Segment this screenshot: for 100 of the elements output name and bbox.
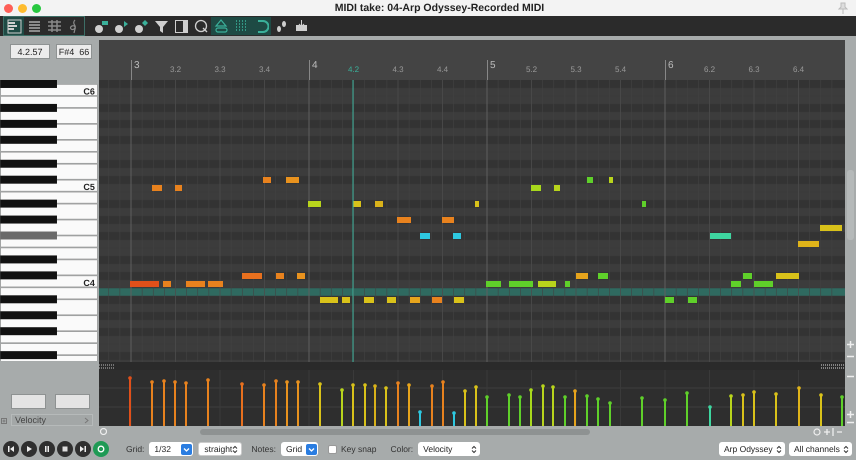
velocity-stem[interactable]	[563, 395, 567, 426]
beat-label: 6.3	[747, 65, 761, 74]
velocity-stem[interactable]	[551, 385, 555, 426]
piano-key[interactable]	[0, 176, 57, 184]
velocity-stem[interactable]	[819, 393, 823, 426]
magnet-toolbar-button[interactable]	[251, 17, 271, 35]
instrument-select[interactable]: Arp Odyssey	[719, 442, 785, 456]
octave-label: C5	[83, 182, 95, 192]
beat-label: 5.2	[524, 65, 538, 74]
piano-key[interactable]	[0, 160, 57, 168]
velocity-stem[interactable]	[340, 388, 344, 426]
stop-button[interactable]	[57, 441, 73, 457]
velocity-stem[interactable]	[274, 379, 278, 426]
beat-label: 3.2	[168, 65, 182, 74]
velocity-stem[interactable]	[173, 380, 177, 426]
color-select[interactable]: Velocity	[418, 442, 480, 456]
velocity-stem[interactable]	[840, 395, 844, 426]
velocity-stem[interactable]	[640, 396, 644, 426]
value-field[interactable]	[55, 394, 90, 409]
velocity-stem[interactable]	[485, 395, 489, 426]
velocity-stem[interactable]	[206, 378, 210, 426]
velocity-stem[interactable]	[285, 380, 289, 426]
velocity-stem[interactable]	[150, 380, 154, 426]
link-toolbar-button[interactable]	[211, 17, 231, 35]
tray-icon	[294, 18, 308, 34]
beat-label: 6.2	[702, 65, 716, 74]
key-snap-label: Key snap	[341, 444, 376, 454]
piano-key[interactable]	[0, 80, 57, 88]
velocity-stem[interactable]	[396, 381, 400, 426]
play-icon	[25, 445, 33, 453]
velocity-stem[interactable]	[729, 394, 733, 426]
piano-roll-icon	[6, 18, 22, 34]
position-field[interactable]: 4.2.57	[10, 44, 50, 59]
link-icon	[214, 18, 228, 34]
velocity-stem[interactable]	[351, 383, 355, 426]
filter-icon	[154, 18, 168, 34]
velocity-stem[interactable]	[463, 389, 467, 426]
velocity-stem[interactable]	[184, 381, 188, 426]
skip-back-button[interactable]	[3, 441, 19, 457]
velocity-stem[interactable]	[407, 383, 411, 426]
velocity-stem[interactable]	[585, 394, 589, 426]
velocity-stem[interactable]	[363, 383, 367, 426]
beat-label: 5.3	[569, 65, 583, 74]
velocity-stem[interactable]	[797, 386, 801, 426]
velocity-stem[interactable]	[708, 405, 712, 426]
window-title: MIDI take: 04-Arp Odyssey-Recorded MIDI	[334, 2, 546, 14]
velocity-stem[interactable]	[373, 384, 377, 426]
velocity-stem[interactable]	[596, 397, 600, 426]
velocity-stem[interactable]	[384, 386, 388, 426]
velocity-stem[interactable]	[752, 390, 756, 426]
beat-label: 3.4	[258, 65, 272, 74]
stop-icon	[61, 445, 69, 453]
horizontal-scrollbar-thumb[interactable]	[200, 429, 590, 435]
velocity-stem[interactable]	[774, 392, 778, 426]
note-field[interactable]: F#4 66	[56, 44, 92, 59]
velocity-stem[interactable]	[573, 389, 577, 426]
beat-label: 4.4	[436, 65, 450, 74]
pause-button[interactable]	[39, 441, 55, 457]
key-snap-checkbox[interactable]	[328, 444, 337, 454]
velocity-stem[interactable]	[262, 383, 266, 426]
skip-forward-button[interactable]	[75, 441, 91, 457]
velocity-stem[interactable]	[507, 393, 511, 426]
play-button[interactable]	[21, 441, 37, 457]
value-field[interactable]	[11, 394, 46, 409]
close-window-button[interactable]	[4, 4, 13, 12]
lane-select[interactable]: Velocity	[11, 414, 93, 426]
piano-roll-toolbar-button[interactable]	[4, 17, 24, 35]
division-select[interactable]: 1/32	[149, 442, 194, 456]
velocity-stem[interactable]	[418, 410, 422, 426]
beat-label: 5.4	[614, 65, 628, 74]
repeat-icon	[97, 445, 105, 453]
velocity-stem[interactable]	[685, 391, 689, 426]
channel-select[interactable]: All channels	[789, 442, 852, 456]
pause-icon	[43, 445, 51, 453]
velocity-stem[interactable]	[529, 388, 533, 426]
resize-grip-icon[interactable]	[821, 364, 845, 368]
velocity-stem[interactable]	[541, 384, 545, 426]
timeline-ruler[interactable]: 3 3.2 3.3 3.4 4 4.2 4.3 4.4 5 5.2 5.3 5.4 6 6.2 6.3 6.4	[99, 40, 845, 80]
velocity-stem[interactable]	[128, 376, 132, 426]
velocity-stem[interactable]	[452, 411, 456, 426]
velocity-stem[interactable]	[162, 379, 166, 426]
velocity-stem[interactable]	[608, 401, 612, 426]
beat-label: 4.2	[346, 65, 360, 74]
insert-note-icon	[94, 18, 108, 34]
stepper-icon	[471, 444, 478, 454]
velocity-stem[interactable]	[663, 398, 667, 426]
resize-grip-icon[interactable]	[99, 364, 115, 368]
beat-label: 6.4	[792, 65, 806, 74]
velocity-stem[interactable]	[318, 382, 322, 426]
swing-select[interactable]: straight	[198, 442, 242, 456]
velocity-stem[interactable]	[741, 393, 745, 426]
notes-mode-select[interactable]: Grid	[281, 442, 318, 456]
velocity-stem[interactable]	[474, 385, 478, 426]
piano-key[interactable]	[0, 327, 57, 336]
velocity-stem[interactable]	[240, 382, 244, 426]
repeat-button[interactable]	[93, 441, 109, 457]
velocity-stem[interactable]	[430, 384, 434, 426]
velocity-stem[interactable]	[296, 380, 300, 426]
velocity-stem[interactable]	[441, 380, 445, 426]
velocity-stem[interactable]	[518, 395, 522, 426]
